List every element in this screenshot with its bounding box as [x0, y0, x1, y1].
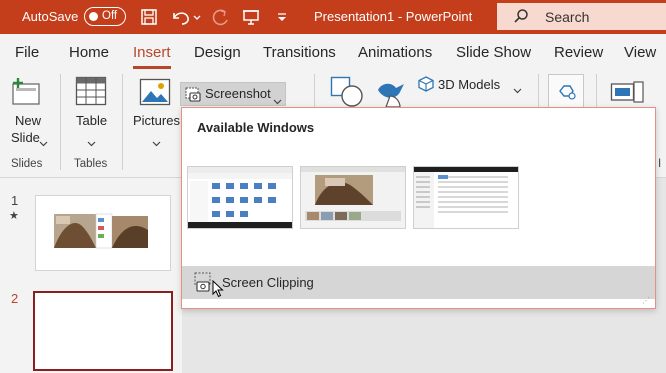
- chevron-down-icon[interactable]: [152, 134, 161, 152]
- active-tab-indicator: [133, 66, 171, 69]
- new-slide-icon[interactable]: [10, 76, 44, 113]
- tab-animations[interactable]: Animations: [358, 44, 432, 61]
- table-label[interactable]: Table: [76, 113, 107, 128]
- tab-transitions[interactable]: Transitions: [263, 44, 336, 61]
- save-icon[interactable]: [138, 6, 160, 28]
- screenshot-label: Screenshot: [205, 86, 271, 101]
- slide-thumbnail-1[interactable]: [35, 195, 171, 271]
- search-label: Search: [545, 9, 590, 25]
- chevron-down-icon[interactable]: [513, 81, 522, 99]
- pictures-icon[interactable]: [139, 78, 171, 111]
- tab-insert[interactable]: Insert: [133, 44, 171, 61]
- tab-file[interactable]: File: [15, 44, 39, 61]
- shape-format-button[interactable]: [548, 74, 584, 110]
- group-divider: [122, 74, 123, 170]
- slide-number: 2: [11, 291, 19, 306]
- autosave-state: Off: [102, 9, 118, 22]
- document-title: Presentation1 - PowerPoint: [314, 9, 473, 24]
- pictures-label[interactable]: Pictures: [133, 113, 180, 128]
- autosave-toggle[interactable]: Off: [84, 7, 126, 26]
- group-divider: [60, 74, 61, 170]
- title-bar: AutoSave Off Presentation1 - PowerPoint …: [0, 0, 666, 34]
- window-thumbnail-2[interactable]: [300, 166, 406, 229]
- customize-quick-access-icon[interactable]: [273, 6, 291, 28]
- slide-number: 1: [11, 193, 19, 208]
- chevron-down-icon[interactable]: [87, 134, 96, 152]
- 3d-models-label[interactable]: 3D Models: [438, 77, 500, 92]
- search-box[interactable]: Search: [497, 3, 666, 30]
- autosave-label: AutoSave: [22, 9, 79, 24]
- screenshot-button[interactable]: Screenshot: [180, 82, 286, 106]
- new-slide-label-line2[interactable]: Slide: [11, 130, 40, 145]
- 3d-models-icon[interactable]: [418, 76, 434, 97]
- window-thumbnail-1[interactable]: [187, 166, 293, 229]
- present-from-start-icon[interactable]: [240, 6, 262, 28]
- tab-home[interactable]: Home: [69, 44, 109, 61]
- slide-thumbnail-2[interactable]: [33, 291, 173, 371]
- tab-view[interactable]: View: [624, 44, 656, 61]
- tab-slide-show[interactable]: Slide Show: [456, 44, 531, 61]
- available-windows-heading: Available Windows: [197, 120, 315, 135]
- table-icon[interactable]: [75, 76, 107, 111]
- search-icon: [513, 8, 529, 29]
- undo-icon[interactable]: [168, 6, 204, 28]
- toggle-knob: [89, 11, 98, 21]
- tab-design[interactable]: Design: [194, 44, 241, 61]
- group-label-slides: Slides: [11, 158, 43, 170]
- chevron-down-icon[interactable]: [39, 134, 48, 152]
- ribbon-tabs: File Home Insert Design Transitions Anim…: [0, 34, 666, 70]
- screenshot-dropdown: Available Windows Screen Clipping ⋰: [181, 107, 656, 309]
- group-label-cut: I: [658, 158, 662, 170]
- screen-clipping-item[interactable]: Screen Clipping: [182, 266, 655, 299]
- window-thumbnail-3[interactable]: [413, 166, 519, 229]
- screen-clipping-label: Screen Clipping: [222, 275, 314, 290]
- resize-grip-icon[interactable]: ⋰: [642, 296, 651, 305]
- redo-icon[interactable]: [210, 6, 232, 28]
- tab-review[interactable]: Review: [554, 44, 603, 61]
- screenshot-icon: [185, 86, 202, 107]
- group-label-tables: Tables: [74, 158, 108, 170]
- new-slide-label-line1[interactable]: New: [15, 113, 41, 128]
- slide-thumbnail-pane: 1 ★ 2: [0, 178, 182, 373]
- animation-star-icon: ★: [9, 210, 19, 222]
